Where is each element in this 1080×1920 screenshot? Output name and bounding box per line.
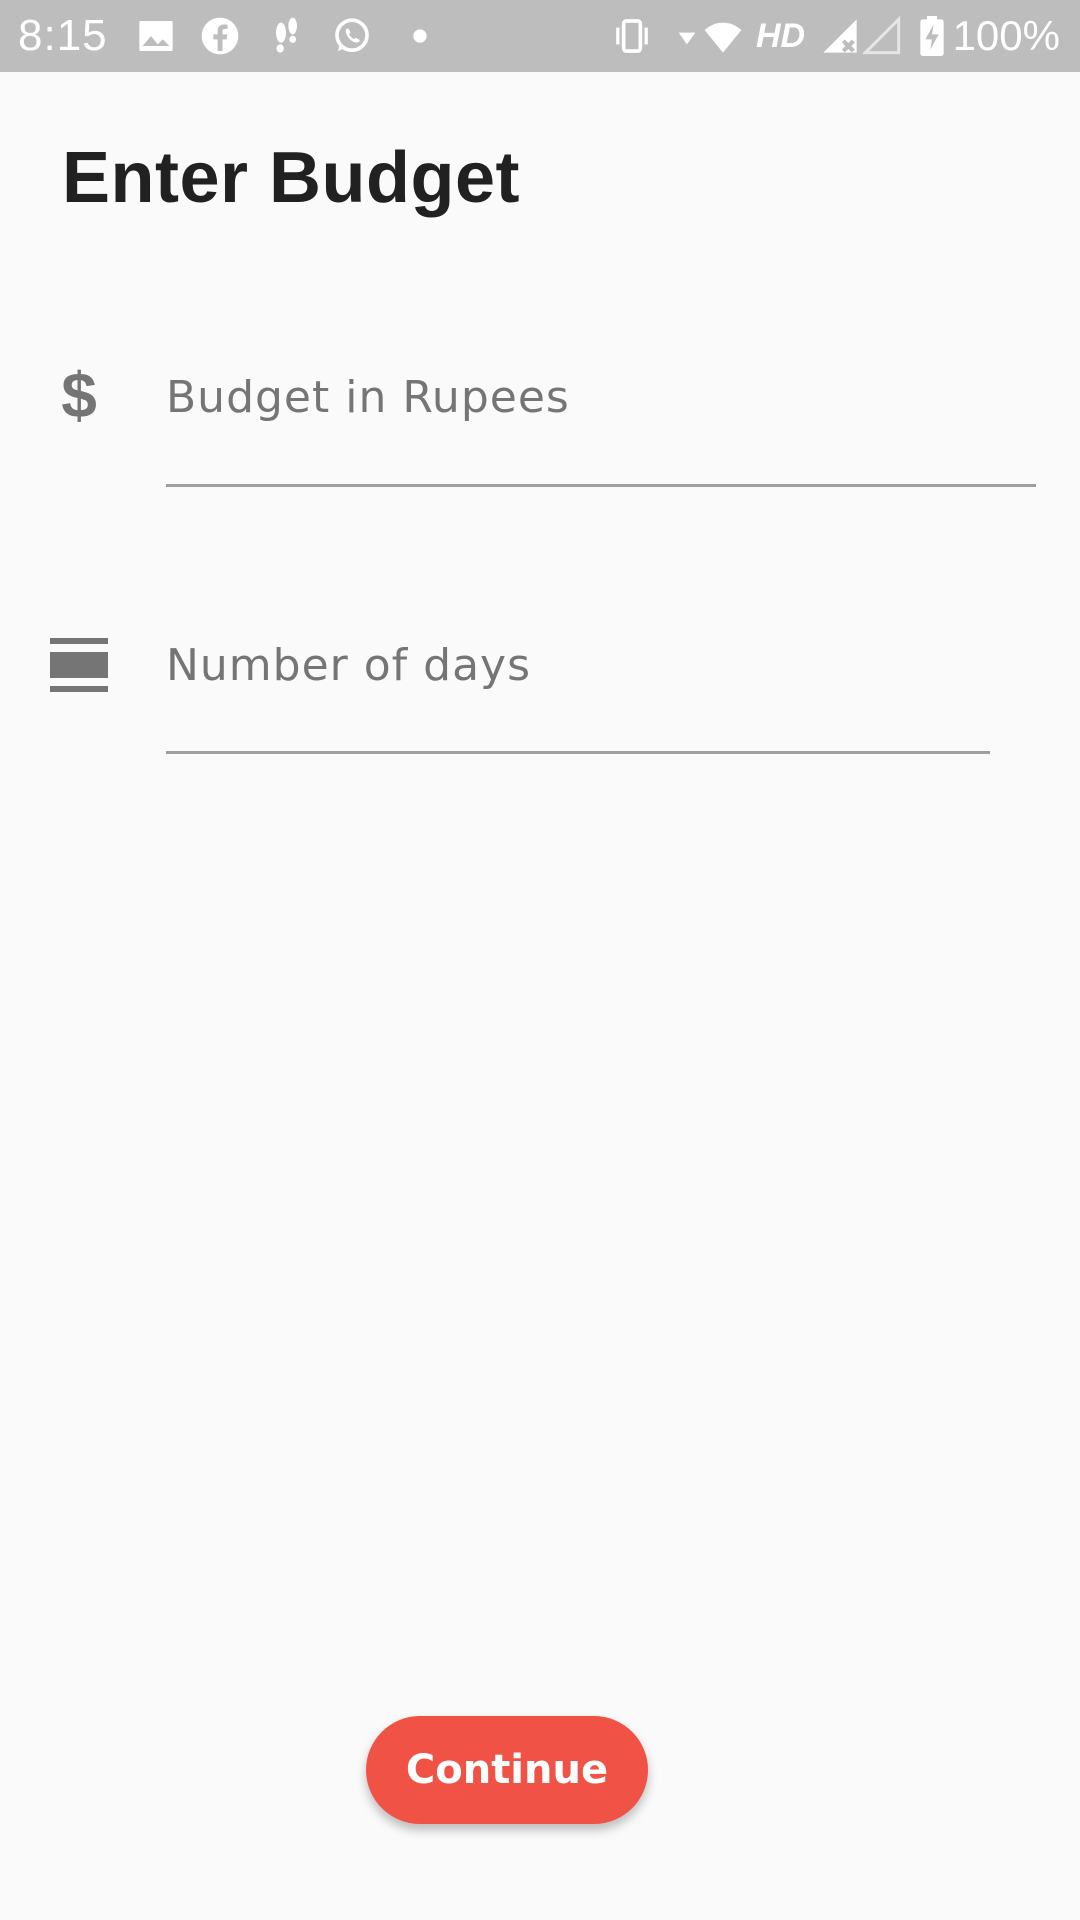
status-time: 8:15: [18, 11, 108, 60]
battery-charging-icon: [914, 16, 950, 56]
budget-input[interactable]: [166, 362, 1036, 432]
gallery-icon: [136, 16, 176, 56]
whatsapp-icon: [332, 16, 372, 56]
battery-percent: 100%: [952, 12, 1060, 59]
network-type-label: HD: [756, 17, 806, 55]
footsteps-icon: [266, 16, 306, 56]
signal-empty-icon: [862, 16, 902, 56]
dot-icon: [400, 16, 440, 56]
dollar-icon: $: [61, 359, 97, 431]
vibrate-icon: [612, 16, 652, 56]
continue-button[interactable]: Continue: [366, 1716, 648, 1824]
status-bar: 8:15 HD 100%: [0, 0, 1080, 72]
facebook-icon: [200, 16, 240, 56]
data-arrow-icon: [676, 16, 698, 56]
page-title: Enter Budget: [62, 138, 521, 218]
wifi-icon: [700, 16, 746, 56]
days-input[interactable]: [166, 630, 990, 700]
budget-input-underline: [166, 484, 1036, 487]
signal-no-data-icon: [820, 16, 860, 56]
days-input-underline: [166, 751, 990, 754]
calendar-view-day-icon: [50, 638, 108, 692]
